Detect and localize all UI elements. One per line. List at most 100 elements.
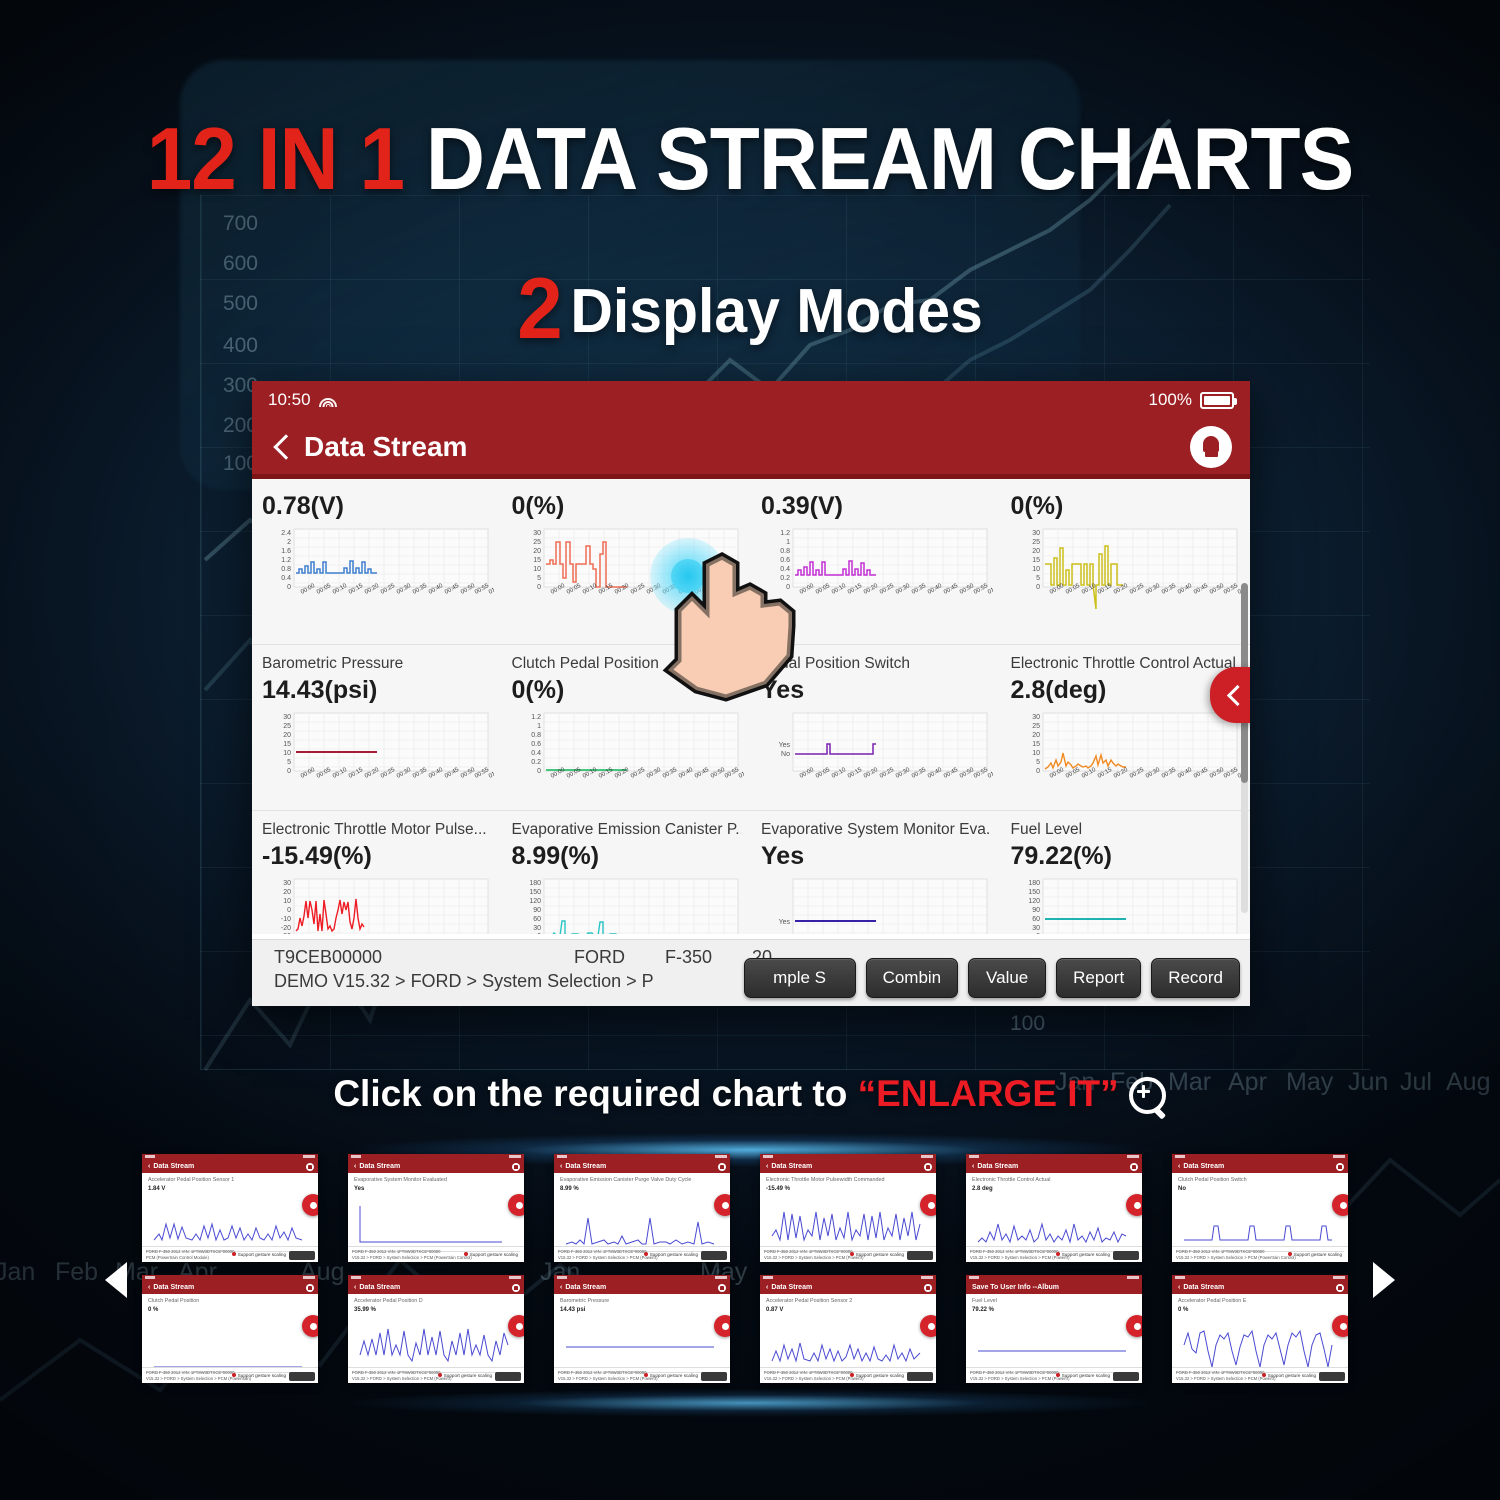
sample-select-button[interactable]: mple S: [743, 958, 856, 998]
thumb-app-title: Data Stream: [359, 1284, 401, 1291]
mini-chart[interactable]: 30 25 20 15 10 5 0 00:00 00:05 00:10 00:…: [1011, 708, 1243, 810]
svg-text:30: 30: [1032, 925, 1040, 932]
report-button[interactable]: Report: [1056, 958, 1142, 998]
record-indicator-icon[interactable]: [714, 1194, 730, 1216]
thumbnail-card[interactable]: Save To User Info --Album Fuel Level 79.2…: [966, 1275, 1142, 1383]
thumbnail-card[interactable]: ‹ Data Stream Accelerator Pedal Position …: [348, 1275, 524, 1383]
mini-chart[interactable]: 30 25 20 15 10 5 0 00:00 00:05 00:10 00:…: [1011, 524, 1243, 632]
mini-chart[interactable]: 30 20 10 0 -10 -20 -30: [262, 874, 492, 934]
vertical-scrollbar[interactable]: [1241, 583, 1248, 913]
chart-card[interactable]: Fuel Level 79.22(%) 180 150 120 90 60 30 0: [1000, 811, 1250, 934]
data-stream-grid: 0.78(V) 2.4 2 1.6 1.2 0.8 0.4 0 00:00 00…: [252, 479, 1250, 934]
svg-text:10: 10: [283, 750, 291, 757]
thumbnail-card[interactable]: ‹ Data Stream Accelerator Pedal Position …: [760, 1275, 936, 1383]
panel-collapse-tab[interactable]: [1210, 667, 1250, 723]
mini-chart[interactable]: 30 25 20 15 10 5 0 00:00 00:05 00:10 00:…: [262, 708, 494, 810]
chevron-left-icon: ‹: [560, 1163, 563, 1170]
record-indicator-icon[interactable]: [1332, 1315, 1348, 1337]
mini-chart[interactable]: 180 150 120 90 60 30 0: [1011, 874, 1241, 934]
record-indicator-icon[interactable]: [920, 1315, 936, 1337]
thumbnail-card[interactable]: ‹ Data Stream Clutch Pedal Position 0 % FO…: [142, 1275, 318, 1383]
thumb-app-title: Save To User Info --Album: [972, 1284, 1059, 1291]
svg-text:0: 0: [287, 584, 291, 591]
hand-cursor-icon: [662, 552, 796, 702]
back-button[interactable]: [274, 435, 288, 459]
mini-chart[interactable]: 180 150 120 90 60 30 0: [512, 874, 742, 934]
thumbnail-card[interactable]: ‹ Data Stream Accelerator Pedal Position …: [1172, 1275, 1348, 1383]
chart-card[interactable]: Evaporative System Monitor Eva... Yes Ye…: [751, 811, 1001, 934]
mini-chart[interactable]: Yes: [761, 874, 991, 934]
thumb-action-button[interactable]: [1319, 1371, 1345, 1381]
svg-text:01:00: 01:00: [738, 767, 744, 780]
chart-card[interactable]: 0.78(V) 2.4 2 1.6 1.2 0.8 0.4 0 00:00 00…: [252, 479, 502, 645]
chart-card[interactable]: 0(%) 30 25 20 15 10 5 0 00:00 00:05 00:1…: [1000, 479, 1250, 645]
svg-text:0: 0: [287, 907, 291, 914]
thumbnail-carousel: ‹ Data Stream Accelerator Pedal Position …: [0, 1150, 1500, 1390]
record-indicator-icon[interactable]: [1332, 1194, 1348, 1216]
thumb-action-button[interactable]: [1113, 1371, 1139, 1381]
chart-card[interactable]: Electronic Throttle Control Actual 2.8(d…: [1000, 645, 1250, 811]
thumbnail-card[interactable]: ‹ Data Stream Electronic Throttle Control…: [966, 1154, 1142, 1262]
chart-card[interactable]: Evaporative Emission Canister P... 8.99(…: [501, 811, 751, 934]
thumbnail-card[interactable]: ‹ Data Stream Evaporative Emission Canist…: [554, 1154, 730, 1262]
chevron-left-icon: ‹: [766, 1284, 769, 1291]
thumb-action-button[interactable]: [907, 1371, 933, 1381]
thumb-value: 35.99 %: [354, 1307, 377, 1313]
thumb-action-button[interactable]: [1113, 1250, 1139, 1260]
home-icon: [718, 1283, 726, 1292]
record-indicator-icon[interactable]: [714, 1315, 730, 1337]
record-indicator-icon[interactable]: [508, 1315, 524, 1337]
thumbnail-card[interactable]: ‹ Data Stream Electronic Throttle Motor P…: [760, 1154, 936, 1262]
svg-text:120: 120: [529, 898, 541, 905]
combine-button[interactable]: Combin: [865, 958, 959, 998]
thumb-support-text: Support gesture scaling: [469, 1252, 518, 1257]
thumb-footer: FORD F-350 2012 VIN: 1FT8W3DTXCE*00000 V1…: [554, 1246, 730, 1262]
thumb-action-button[interactable]: [289, 1250, 315, 1260]
carousel-prev-button[interactable]: [105, 1262, 127, 1298]
thumb-app-title: Data Stream: [1183, 1163, 1225, 1170]
record-indicator-icon[interactable]: [508, 1194, 524, 1216]
mini-chart[interactable]: 1.2 1 0.8 0.6 0.4 0.2 0 00:00 00:05 00:1…: [512, 708, 744, 810]
svg-text:30: 30: [283, 714, 291, 721]
record-indicator-icon[interactable]: [1126, 1315, 1142, 1337]
thumb-value: -15.49 %: [766, 1186, 791, 1192]
thumbnail-card[interactable]: ‹ Data Stream Evaporative System Monitor …: [348, 1154, 524, 1262]
chart-card[interactable]: Barometric Pressure 14.43(psi) 30 25 20 15…: [252, 645, 502, 811]
svg-text:01:00: 01:00: [488, 583, 494, 596]
thumb-value: 8.99 %: [560, 1186, 579, 1192]
thumb-action-button[interactable]: [701, 1250, 727, 1260]
record-indicator-icon[interactable]: [302, 1315, 318, 1337]
value-button[interactable]: Value: [968, 958, 1047, 998]
svg-text:0: 0: [537, 584, 541, 591]
thumb-app-title: Data Stream: [359, 1163, 401, 1170]
mini-chart[interactable]: 2.4 2 1.6 1.2 0.8 0.4 0 00:00 00:05 00:1…: [262, 524, 494, 632]
thumbnail-card[interactable]: ‹ Data Stream Accelerator Pedal Position …: [142, 1154, 318, 1262]
thumbnail-grid: ‹ Data Stream Accelerator Pedal Position …: [142, 1154, 1375, 1387]
thumb-action-button[interactable]: [289, 1371, 315, 1381]
record-indicator-icon[interactable]: [920, 1194, 936, 1216]
thumb-action-button[interactable]: [907, 1250, 933, 1260]
thumbnail-card[interactable]: ‹ Data Stream Clutch Pedal Position Switc…: [1172, 1154, 1348, 1262]
svg-text:20: 20: [283, 732, 291, 739]
thumb-plot: [970, 1315, 1138, 1373]
mini-chart[interactable]: Yes No 00:00 00:05 00:10 00:15 00:20 00:…: [761, 708, 993, 810]
svg-text:01:00: 01:00: [987, 583, 993, 596]
thumb-action-button[interactable]: [701, 1371, 727, 1381]
svg-text:30: 30: [1032, 530, 1040, 537]
svg-text:-20: -20: [281, 925, 291, 932]
thumb-footer: FORD F-350 2012 VIN: 1FT8W3DTXCE*00000 V1…: [760, 1246, 936, 1262]
thumb-plot: [146, 1315, 314, 1373]
record-button[interactable]: Record: [1151, 958, 1240, 998]
record-indicator-icon[interactable]: [1126, 1194, 1142, 1216]
chevron-left-icon: ‹: [354, 1163, 357, 1170]
svg-text:30: 30: [1032, 714, 1040, 721]
carousel-next-button[interactable]: [1373, 1262, 1395, 1298]
chart-card[interactable]: Electronic Throttle Motor Pulse... -15.4…: [252, 811, 502, 934]
home-button[interactable]: [1190, 425, 1232, 468]
thumb-support-text: Support gesture scaling: [237, 1252, 286, 1257]
thumb-action-button[interactable]: [495, 1371, 521, 1381]
thumbnail-card[interactable]: ‹ Data Stream Barometric Pressure 14.43 ps…: [554, 1275, 730, 1383]
svg-text:25: 25: [1032, 539, 1040, 546]
thumb-support-text: Support gesture scaling: [649, 1373, 698, 1378]
record-indicator-icon[interactable]: [302, 1194, 318, 1216]
